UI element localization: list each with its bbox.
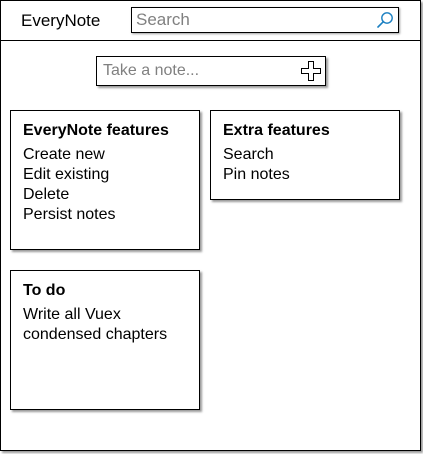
note-line: Persist notes — [23, 206, 116, 223]
note-card-everynote-features[interactable]: EveryNote features Create new Edit exist… — [10, 110, 200, 250]
app-title: EveryNote — [21, 11, 101, 30]
note-title: EveryNote features — [23, 122, 169, 139]
note-body: Write all Vuex condensed chapters — [23, 305, 187, 345]
note-line: Search — [223, 146, 274, 163]
take-note-input[interactable] — [103, 61, 293, 81]
search-icon[interactable] — [376, 11, 394, 29]
search-box[interactable] — [131, 7, 399, 33]
note-line: Write all Vuex — [23, 306, 121, 323]
take-note-box[interactable] — [96, 56, 326, 86]
note-title: Extra features — [223, 122, 330, 139]
note-line: Create new — [23, 146, 105, 163]
search-input[interactable] — [136, 10, 366, 30]
app-header: EveryNote — [1, 1, 420, 41]
note-title: To do — [23, 282, 66, 299]
add-icon[interactable] — [300, 60, 322, 82]
note-body: Search Pin notes — [223, 145, 387, 185]
note-line: condensed chapters — [23, 326, 168, 343]
note-line: Edit existing — [23, 166, 110, 183]
note-card-extra-features[interactable]: Extra features Search Pin notes — [210, 110, 400, 200]
app-window: EveryNote EveryNote features Create new … — [0, 0, 421, 451]
note-line: Pin notes — [223, 166, 290, 183]
note-card-to-do[interactable]: To do Write all Vuex condensed chapters — [10, 270, 200, 410]
note-line: Delete — [23, 186, 70, 203]
note-body: Create new Edit existing Delete Persist … — [23, 145, 187, 225]
